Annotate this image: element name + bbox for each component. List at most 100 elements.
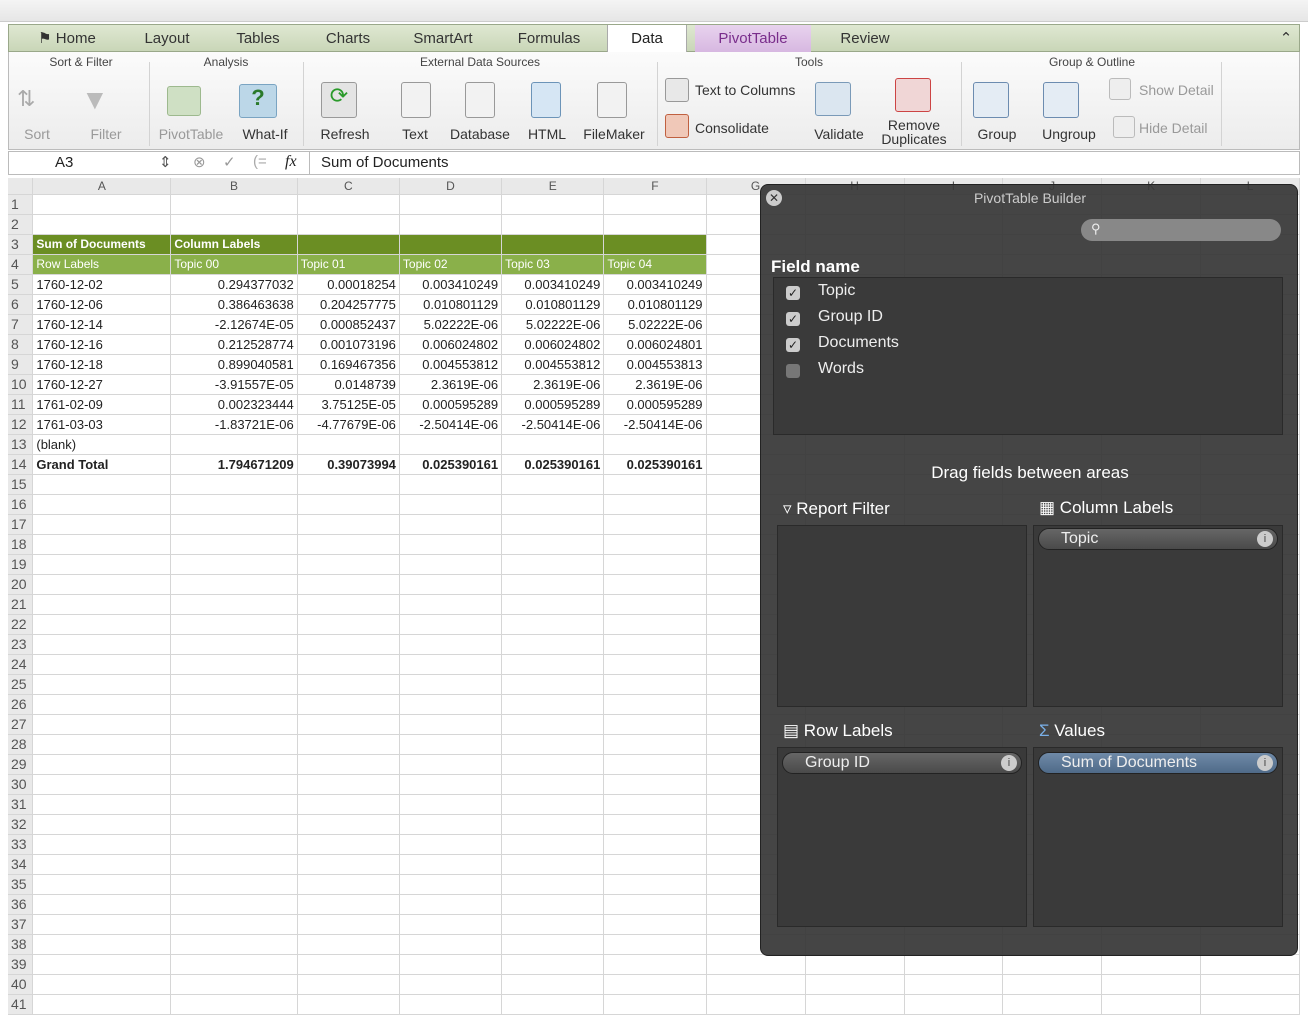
cell[interactable] — [501, 494, 605, 515]
row-header[interactable]: 2 — [8, 214, 34, 235]
row-header[interactable]: 13 — [8, 434, 34, 455]
column-header[interactable]: E — [501, 178, 605, 195]
pivot-value-cell[interactable]: 0.003410249 — [399, 274, 503, 295]
cell[interactable] — [399, 854, 503, 875]
cell[interactable] — [32, 554, 172, 575]
pivot-value-cell[interactable]: 0.010801129 — [501, 294, 605, 315]
refresh-button[interactable]: Refresh — [315, 126, 375, 142]
pivot-value-cell[interactable]: 0.003410249 — [501, 274, 605, 295]
pivot-value-cell[interactable]: 0.001073196 — [297, 334, 400, 355]
cell[interactable] — [297, 754, 400, 775]
cell[interactable] — [297, 534, 400, 555]
name-box[interactable]: A3 — [55, 154, 155, 171]
cancel-icon[interactable]: ⊗ — [193, 153, 206, 171]
row-header[interactable]: 25 — [8, 674, 34, 695]
cell[interactable] — [32, 534, 172, 555]
cell[interactable] — [603, 654, 707, 675]
column-labels-area[interactable]: Topic i — [1033, 525, 1283, 707]
column-header[interactable]: B — [170, 178, 298, 195]
cell[interactable] — [170, 974, 298, 995]
cell[interactable] — [706, 994, 806, 1015]
group-button[interactable]: Group — [969, 126, 1025, 142]
cell[interactable] — [603, 714, 707, 735]
cell[interactable] — [501, 734, 605, 755]
row-header[interactable]: 15 — [8, 474, 34, 495]
cell[interactable] — [603, 234, 707, 255]
row-header[interactable]: 35 — [8, 874, 34, 895]
cell[interactable] — [297, 834, 400, 855]
cell[interactable] — [297, 714, 400, 735]
cell[interactable] — [399, 554, 503, 575]
cell[interactable] — [297, 894, 400, 915]
cell[interactable] — [399, 714, 503, 735]
cell[interactable] — [297, 794, 400, 815]
cell[interactable] — [603, 834, 707, 855]
cell[interactable] — [399, 634, 503, 655]
report-filter-area[interactable] — [777, 525, 1027, 707]
grand-total-cell[interactable]: 0.025390161 — [603, 454, 707, 475]
cell[interactable] — [32, 894, 172, 915]
grand-total-cell[interactable]: 0.39073994 — [297, 454, 400, 475]
cell[interactable] — [399, 614, 503, 635]
confirm-icon[interactable]: ✓ — [223, 153, 236, 171]
pivot-value-cell[interactable] — [170, 434, 298, 455]
row-header[interactable]: 11 — [8, 394, 34, 415]
pivot-value-cell[interactable]: 0.386463638 — [170, 294, 298, 315]
pivot-topic-header[interactable]: Topic 04 — [603, 254, 707, 275]
field-search-input[interactable]: ⚲ — [1081, 219, 1281, 241]
tab-charts[interactable]: Charts — [303, 25, 393, 52]
field-topic[interactable]: Topic — [818, 282, 855, 300]
cell[interactable] — [297, 734, 400, 755]
cell[interactable] — [399, 794, 503, 815]
cell[interactable] — [603, 514, 707, 535]
cell[interactable] — [170, 194, 298, 215]
pivot-value-cell[interactable]: 0.0148739 — [297, 374, 400, 395]
cell[interactable] — [297, 994, 400, 1015]
checkbox-words[interactable] — [786, 364, 800, 378]
column-header[interactable]: D — [399, 178, 503, 195]
cell[interactable] — [32, 214, 172, 235]
cell[interactable] — [399, 914, 503, 935]
column-pill-topic[interactable]: Topic i — [1038, 528, 1278, 550]
pivot-value-cell[interactable]: 2.3619E-06 — [399, 374, 503, 395]
pivot-value-cell[interactable]: 0.004553812 — [501, 354, 605, 375]
pivot-value-cell[interactable]: 0.00018254 — [297, 274, 400, 295]
cell[interactable] — [603, 574, 707, 595]
cell[interactable] — [501, 214, 605, 235]
row-header[interactable]: 20 — [8, 574, 34, 595]
pivot-value-cell[interactable]: 0.000595289 — [603, 394, 707, 415]
cell[interactable] — [805, 954, 905, 975]
pivot-topic-header[interactable]: Topic 03 — [501, 254, 605, 275]
cell[interactable] — [399, 954, 503, 975]
cell[interactable] — [399, 814, 503, 835]
cell[interactable] — [32, 494, 172, 515]
cell[interactable] — [32, 874, 172, 895]
cell[interactable] — [297, 774, 400, 795]
cell[interactable] — [32, 574, 172, 595]
column-header[interactable]: F — [603, 178, 707, 195]
row-header[interactable]: 16 — [8, 494, 34, 515]
pivot-value-cell[interactable]: 0.010801129 — [603, 294, 707, 315]
cell[interactable] — [170, 654, 298, 675]
validate-button[interactable]: Validate — [807, 126, 871, 142]
pivot-value-cell[interactable]: -4.77679E-06 — [297, 414, 400, 435]
cell[interactable] — [399, 474, 503, 495]
cell[interactable] — [501, 694, 605, 715]
pivot-value-cell[interactable]: 0.294377032 — [170, 274, 298, 295]
cell[interactable] — [904, 994, 1004, 1015]
cell[interactable] — [297, 634, 400, 655]
cell[interactable] — [297, 614, 400, 635]
pivot-value-cell[interactable]: -2.50414E-06 — [501, 414, 605, 435]
cell[interactable] — [297, 554, 400, 575]
cell[interactable] — [603, 994, 707, 1015]
cell[interactable] — [170, 614, 298, 635]
cell[interactable] — [170, 594, 298, 615]
row-header[interactable]: 34 — [8, 854, 34, 875]
cell[interactable] — [32, 654, 172, 675]
row-header[interactable]: 23 — [8, 634, 34, 655]
cell[interactable] — [501, 634, 605, 655]
cell[interactable] — [170, 814, 298, 835]
cell[interactable] — [603, 774, 707, 795]
cell[interactable] — [399, 834, 503, 855]
cell[interactable] — [297, 974, 400, 995]
